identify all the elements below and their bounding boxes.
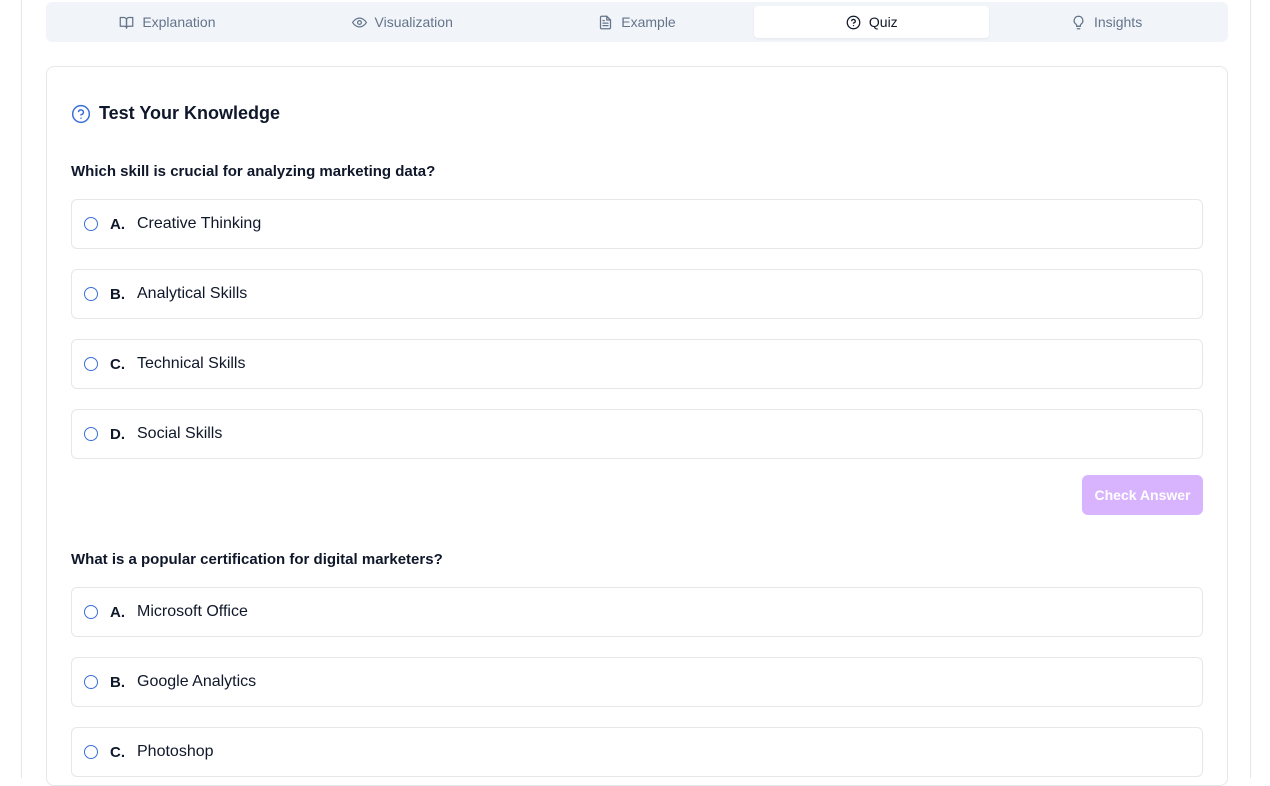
option-c[interactable]: C. Photoshop [71, 727, 1203, 777]
radio-button[interactable] [84, 287, 98, 301]
option-text: Technical Skills [137, 355, 246, 372]
tab-visualization[interactable]: Visualization [285, 6, 520, 38]
eye-icon [351, 17, 367, 27]
option-letter: C. [110, 743, 125, 761]
radio-button[interactable] [84, 217, 98, 231]
question-1: Which skill is crucial for analyzing mar… [71, 162, 1203, 515]
question-text: Which skill is crucial for analyzing mar… [71, 163, 436, 180]
radio-button[interactable] [84, 357, 98, 371]
tab-explanation[interactable]: Explanation [50, 6, 285, 38]
tab-label: Explanation [142, 14, 216, 30]
option-text: Microsoft Office [137, 603, 248, 620]
tab-label: Insights [1093, 14, 1143, 30]
option-b[interactable]: B. Google Analytics [71, 657, 1203, 707]
option-text: Creative Thinking [137, 215, 262, 232]
option-letter: D. [110, 425, 125, 443]
option-text: Analytical Skills [137, 285, 248, 302]
tab-bar: Explanation Visualization Example Quiz I… [46, 2, 1228, 42]
quiz-card: Test Your Knowledge Which skill is cruci… [46, 66, 1228, 786]
radio-button[interactable] [84, 745, 98, 759]
option-letter: A. [110, 215, 125, 233]
book-open-icon [119, 16, 134, 29]
question-text: What is a popular certification for digi… [71, 551, 443, 568]
tab-example[interactable]: Example [520, 6, 755, 38]
option-text: Google Analytics [137, 673, 257, 690]
option-text: Photoshop [137, 743, 214, 760]
check-answer-button[interactable]: Check Answer [1082, 475, 1203, 515]
option-c[interactable]: C. Technical Skills [71, 339, 1203, 389]
tab-quiz[interactable]: Quiz [754, 6, 990, 38]
lightbulb-icon [1073, 15, 1084, 29]
option-d[interactable]: D. Social Skills [71, 409, 1203, 459]
quiz-title: Test Your Knowledge [99, 103, 281, 123]
option-letter: B. [110, 285, 125, 303]
radio-button[interactable] [84, 675, 98, 689]
option-b[interactable]: B. Analytical Skills [71, 269, 1203, 319]
option-letter: C. [110, 355, 125, 373]
tab-label: Example [621, 14, 676, 30]
option-a[interactable]: A. Microsoft Office [71, 587, 1203, 637]
tab-label: Visualization [374, 14, 453, 30]
question-2: What is a popular certification for digi… [71, 550, 1203, 777]
help-circle-icon [71, 104, 91, 123]
option-letter: A. [110, 603, 125, 621]
help-circle-icon [846, 15, 861, 29]
tab-label: Quiz [868, 14, 898, 30]
radio-button[interactable] [84, 427, 98, 441]
file-text-icon [600, 15, 612, 29]
option-a[interactable]: A. Creative Thinking [71, 199, 1203, 249]
quiz-header: Test Your Knowledge [71, 103, 280, 124]
tab-insights[interactable]: Insights [989, 6, 1224, 38]
option-text: Social Skills [137, 425, 223, 442]
option-letter: B. [110, 673, 125, 691]
radio-button[interactable] [84, 605, 98, 619]
